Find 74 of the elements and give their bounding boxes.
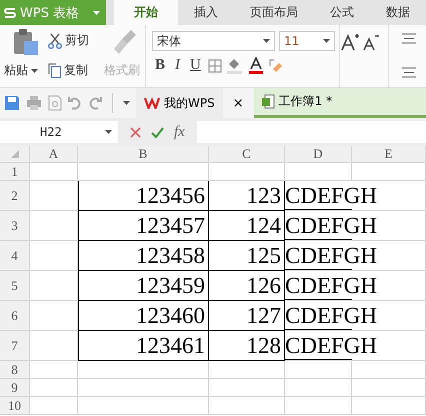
clipboard-icon[interactable] [13,28,39,56]
ribbon-tab[interactable]: 开始 [114,0,178,25]
row-header[interactable]: 1 [0,163,30,181]
name-box[interactable]: H22 [0,121,118,143]
borders-icon[interactable] [208,58,222,72]
brush-icon [114,28,138,56]
document-tab[interactable]: 我的WPS [136,88,223,118]
ribbon-tab[interactable]: 插入 [178,0,234,25]
column-header[interactable]: D [285,146,352,163]
copy-icon [48,63,61,78]
scissors-icon [48,32,62,48]
caret-icon [263,39,270,43]
cancel-icon[interactable] [130,126,141,138]
ribbon-tab[interactable]: 公式 [314,0,370,25]
row-header[interactable]: 4 [0,241,30,271]
italic-button[interactable]: I [172,57,184,74]
paste-button[interactable]: 粘贴 [4,56,48,85]
table-cell: CDEFGH [285,331,426,361]
caret-icon [93,10,100,14]
font-size-field[interactable]: 11 [279,31,335,51]
table-cell: CDEFGH [285,211,426,241]
font-name-field[interactable]: 宋体 [152,31,275,51]
table-cell: CDEFGH [285,241,426,271]
row-header[interactable]: 2 [0,181,30,211]
check-icon[interactable] [151,126,164,138]
shrink-font-icon[interactable] [362,33,380,51]
column-header[interactable]: C [209,146,285,163]
customize-caret-icon [123,101,130,105]
column-header[interactable]: B [78,146,209,163]
table-cell: 123460 [78,301,209,331]
align-icon[interactable] [401,33,417,44]
ribbon-tab[interactable]: 数据 [370,0,426,25]
table-cell: CDEFGH [285,271,426,301]
column-header[interactable]: E [352,146,426,163]
table-cell: CDEFGH [285,301,426,331]
row-header[interactable]: 5 [0,271,30,301]
row-header[interactable]: 7 [0,331,30,361]
underline-button[interactable]: U [187,57,204,74]
app-logo-icon [4,6,16,18]
row-header[interactable]: 3 [0,211,30,241]
row-header[interactable]: 8 [0,361,30,379]
caret-icon [323,39,330,43]
empty-cell [285,379,352,397]
print-preview-icon[interactable] [48,95,62,111]
spreadsheet-icon [262,94,275,109]
caret-icon [105,130,112,134]
undo-icon[interactable] [68,96,82,110]
row-header[interactable]: 9 [0,379,30,397]
print-icon[interactable] [26,95,42,111]
table-cell: CDEFGH [285,181,426,211]
table-cell: 123459 [78,271,209,301]
close-tab-button[interactable]: × [228,96,248,110]
wps-logo-icon [144,97,160,109]
document-tab[interactable]: 工作簿1 * [254,88,426,118]
empty-cell [285,397,352,415]
column-header[interactable]: A [30,146,78,163]
insert-function-button[interactable]: fx [174,124,185,140]
table-cell: 123457 [78,211,209,241]
table-cell: 123461 [78,331,209,361]
font-color-icon[interactable] [248,57,264,74]
ribbon-tab[interactable]: 页面布局 [234,0,314,25]
copy-button[interactable]: 复制 [48,56,104,85]
save-icon[interactable] [4,95,20,111]
redo-icon[interactable] [88,96,102,110]
table-cell: 123458 [78,241,209,271]
align-icon[interactable] [401,67,417,78]
bold-button[interactable]: B [152,57,168,74]
cut-button[interactable]: 剪切 [48,25,104,56]
empty-cell [285,361,352,379]
row-header[interactable]: 10 [0,397,30,415]
grow-font-icon[interactable] [340,33,360,51]
caret-icon [31,68,38,72]
table-cell: 123456 [78,181,209,211]
row-header[interactable]: 6 [0,301,30,331]
